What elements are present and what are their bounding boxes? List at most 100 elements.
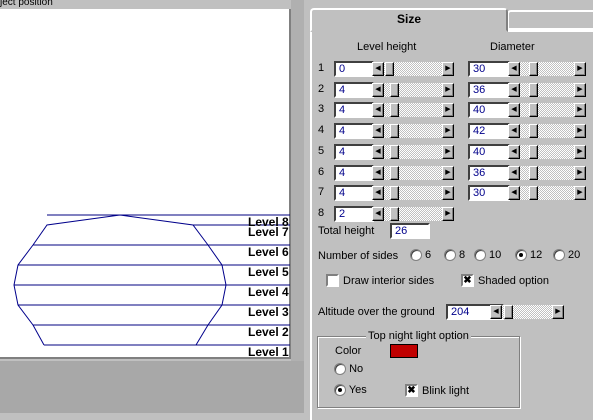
tab-other[interactable] xyxy=(507,10,593,30)
diameter-6-left-arrow[interactable]: ◀ xyxy=(508,165,520,180)
level-height-3-left-arrow[interactable]: ◀ xyxy=(372,103,384,118)
level-height-field[interactable]: 4 xyxy=(334,164,374,181)
level-height-8-left-arrow[interactable]: ◀ xyxy=(372,206,384,221)
diameter-6-right-arrow[interactable]: ▶ xyxy=(574,165,586,180)
altitude-right-arrow[interactable]: ▶ xyxy=(552,305,564,319)
level-height-1-left-arrow[interactable]: ◀ xyxy=(372,62,384,76)
level-height-field[interactable]: 4 xyxy=(334,102,374,119)
sides-option-6[interactable]: 6 xyxy=(410,249,431,262)
level-height-2-left-arrow[interactable]: ◀ xyxy=(372,82,384,97)
diameter-6-scrollbar[interactable]: ◀ ▶ xyxy=(508,165,586,180)
sides-option-8[interactable]: 8 xyxy=(444,249,465,262)
sides-radio[interactable] xyxy=(515,249,527,262)
radio-no-circle[interactable] xyxy=(334,363,346,376)
draw-interior-checkbox[interactable] xyxy=(326,274,339,287)
diameter-5-thumb[interactable] xyxy=(529,144,538,159)
diameter-field[interactable]: 36 xyxy=(468,164,510,181)
level-height-5-right-arrow[interactable]: ▶ xyxy=(442,144,454,159)
diameter-4-left-arrow[interactable]: ◀ xyxy=(508,124,520,139)
level-height-8-right-arrow[interactable]: ▶ xyxy=(442,206,454,221)
level-height-5-left-arrow[interactable]: ◀ xyxy=(372,144,384,159)
level-height-1-thumb[interactable] xyxy=(385,62,394,76)
level-height-7-left-arrow[interactable]: ◀ xyxy=(372,186,384,201)
level-height-6-scrollbar[interactable]: ◀ ▶ xyxy=(372,165,454,180)
diameter-3-left-arrow[interactable]: ◀ xyxy=(508,103,520,118)
level-height-4-thumb[interactable] xyxy=(390,124,399,139)
level-height-1-right-arrow[interactable]: ▶ xyxy=(442,62,454,76)
level-height-field[interactable]: 4 xyxy=(334,143,374,160)
level-height-5-scrollbar[interactable]: ◀ ▶ xyxy=(372,144,454,159)
sides-radio[interactable] xyxy=(474,249,486,262)
level-height-7-scrollbar[interactable]: ◀ ▶ xyxy=(372,186,454,201)
level-height-6-left-arrow[interactable]: ◀ xyxy=(372,165,384,180)
diameter-1-right-arrow[interactable]: ▶ xyxy=(574,62,586,76)
altitude-thumb[interactable] xyxy=(504,305,513,319)
total-height-field[interactable]: 26 xyxy=(390,223,430,239)
diameter-7-thumb[interactable] xyxy=(529,186,538,201)
level-height-2-thumb[interactable] xyxy=(390,82,399,97)
sides-option-10[interactable]: 10 xyxy=(474,249,501,262)
diameter-1-thumb[interactable] xyxy=(529,62,538,76)
sides-radio[interactable] xyxy=(410,249,422,262)
diameter-4-thumb[interactable] xyxy=(529,124,538,139)
blink-checkbox[interactable]: ✖ xyxy=(405,384,418,397)
diameter-7-scrollbar[interactable]: ◀ ▶ xyxy=(508,186,586,201)
diameter-5-right-arrow[interactable]: ▶ xyxy=(574,144,586,159)
diameter-3-right-arrow[interactable]: ▶ xyxy=(574,103,586,118)
level-height-2-right-arrow[interactable]: ▶ xyxy=(442,82,454,97)
diameter-5-scrollbar[interactable]: ◀ ▶ xyxy=(508,144,586,159)
diameter-5-left-arrow[interactable]: ◀ xyxy=(508,144,520,159)
diameter-2-scrollbar[interactable]: ◀ ▶ xyxy=(508,82,586,97)
level-height-7-thumb[interactable] xyxy=(390,186,399,201)
radio-yes-circle[interactable] xyxy=(334,384,346,397)
diameter-3-thumb[interactable] xyxy=(529,103,538,118)
diameter-field[interactable]: 30 xyxy=(468,61,510,77)
level-height-7-right-arrow[interactable]: ▶ xyxy=(442,186,454,201)
level-height-field[interactable]: 4 xyxy=(334,123,374,140)
level-height-field[interactable]: 0 xyxy=(334,61,374,77)
level-height-4-left-arrow[interactable]: ◀ xyxy=(372,124,384,139)
level-height-field[interactable]: 4 xyxy=(334,81,374,98)
diameter-field[interactable]: 40 xyxy=(468,143,510,160)
diameter-1-left-arrow[interactable]: ◀ xyxy=(508,62,520,76)
sides-radio[interactable] xyxy=(553,249,565,262)
diameter-field[interactable]: 40 xyxy=(468,102,510,119)
diameter-2-left-arrow[interactable]: ◀ xyxy=(508,82,520,97)
splitter[interactable] xyxy=(291,0,304,361)
sides-option-20[interactable]: 20 xyxy=(553,249,580,262)
altitude-left-arrow[interactable]: ◀ xyxy=(490,305,502,319)
diameter-1-scrollbar[interactable]: ◀ ▶ xyxy=(508,62,586,76)
diameter-7-right-arrow[interactable]: ▶ xyxy=(574,186,586,201)
radio-yes[interactable]: Yes xyxy=(334,384,367,397)
level-height-1-scrollbar[interactable]: ◀ ▶ xyxy=(372,62,454,76)
diameter-field[interactable]: 30 xyxy=(468,185,510,202)
diameter-field[interactable]: 36 xyxy=(468,81,510,98)
radio-no[interactable]: No xyxy=(334,363,363,376)
altitude-scrollbar[interactable]: ◀ ▶ xyxy=(490,305,564,319)
level-height-4-scrollbar[interactable]: ◀ ▶ xyxy=(372,124,454,139)
tab-size[interactable]: Size xyxy=(310,8,508,32)
level-height-field[interactable]: 2 xyxy=(334,205,374,222)
diameter-7-left-arrow[interactable]: ◀ xyxy=(508,186,520,201)
level-height-6-thumb[interactable] xyxy=(390,165,399,180)
diameter-field[interactable]: 42 xyxy=(468,123,510,140)
level-height-field[interactable]: 4 xyxy=(334,185,374,202)
diameter-4-right-arrow[interactable]: ▶ xyxy=(574,124,586,139)
sides-radio[interactable] xyxy=(444,249,456,262)
diameter-2-thumb[interactable] xyxy=(529,82,538,97)
level-height-3-right-arrow[interactable]: ▶ xyxy=(442,103,454,118)
level-height-3-scrollbar[interactable]: ◀ ▶ xyxy=(372,103,454,118)
level-height-8-thumb[interactable] xyxy=(390,206,399,221)
color-swatch[interactable] xyxy=(390,344,418,358)
diameter-3-scrollbar[interactable]: ◀ ▶ xyxy=(508,103,586,118)
level-height-4-right-arrow[interactable]: ▶ xyxy=(442,124,454,139)
sides-option-12[interactable]: 12 xyxy=(515,249,542,262)
level-height-6-right-arrow[interactable]: ▶ xyxy=(442,165,454,180)
level-height-5-thumb[interactable] xyxy=(390,144,399,159)
level-height-2-scrollbar[interactable]: ◀ ▶ xyxy=(372,82,454,97)
diameter-6-thumb[interactable] xyxy=(529,165,538,180)
level-height-8-scrollbar[interactable]: ◀ ▶ xyxy=(372,206,454,221)
level-height-3-thumb[interactable] xyxy=(390,103,399,118)
shaded-checkbox[interactable]: ✖ xyxy=(461,274,474,287)
diameter-4-scrollbar[interactable]: ◀ ▶ xyxy=(508,124,586,139)
